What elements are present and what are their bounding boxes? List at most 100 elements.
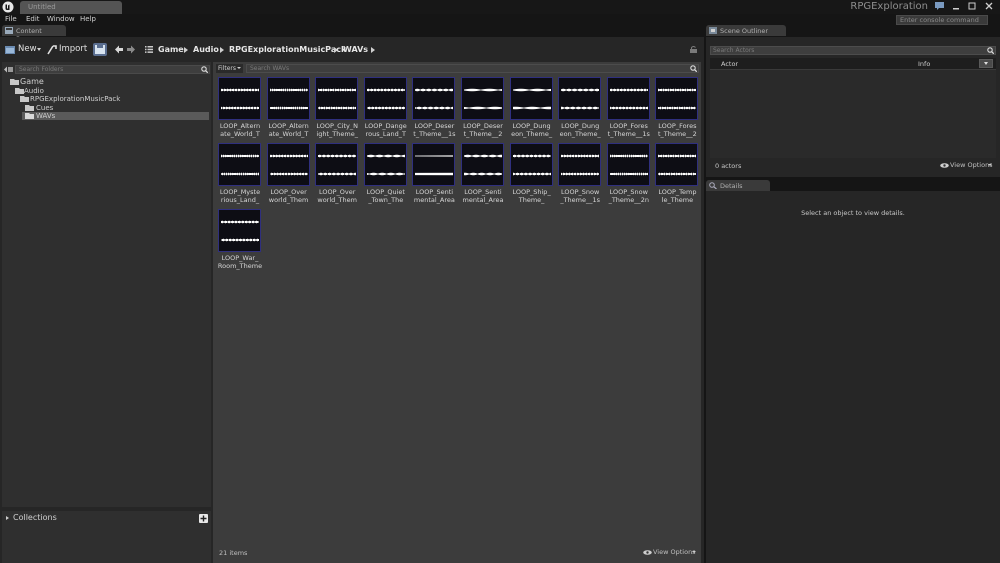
- content-browser-icon: [5, 27, 13, 34]
- waveform-icon: [366, 88, 405, 110]
- asset-tile[interactable]: LOOP_Deser t_Theme__1s: [412, 77, 456, 138]
- asset-tile[interactable]: LOOP_Snow _Theme__2n: [606, 143, 651, 204]
- filters-button[interactable]: Filters: [216, 64, 243, 73]
- view-options-dropdown-icon: [988, 164, 992, 166]
- waveform-thumbnail: [461, 77, 504, 120]
- tab-details[interactable]: Details: [706, 180, 770, 191]
- collections-expand-icon[interactable]: [6, 516, 9, 520]
- asset-search-input[interactable]: Search WAVs: [246, 64, 699, 73]
- sources-toggle-icon[interactable]: [4, 66, 13, 73]
- breadcrumb-musicpack[interactable]: RPGExplorationMusicPack: [229, 45, 346, 54]
- breadcrumb-separator-icon[interactable]: [184, 47, 188, 53]
- breadcrumb-audio[interactable]: Audio: [193, 45, 219, 54]
- asset-tile[interactable]: LOOP_Deser t_Theme__2: [461, 77, 505, 138]
- waveform-icon: [415, 88, 454, 110]
- collections-label[interactable]: Collections: [13, 513, 57, 522]
- lock-icon[interactable]: [690, 46, 698, 53]
- breadcrumb-wavs[interactable]: WAVs: [343, 45, 368, 54]
- waveform-thumbnail: [363, 77, 407, 120]
- waveform-thumbnail: [218, 77, 261, 120]
- asset-tile[interactable]: LOOP_Quiet _Town_The: [363, 143, 408, 204]
- waveform-thumbnail: [558, 143, 602, 186]
- breadcrumb-separator-icon[interactable]: [334, 47, 338, 53]
- scene-outliner-tab-label: Scene Outliner: [720, 27, 769, 35]
- asset-name: LOOP_Quiet _Town_The: [366, 188, 405, 204]
- asset-tile[interactable]: LOOP_Temp le_Theme: [655, 143, 699, 204]
- tree-node-cues[interactable]: Cues: [5, 104, 205, 112]
- tab-scene-outliner[interactable]: Scene Outliner: [706, 25, 786, 36]
- asset-tile[interactable]: LOOP_Over world_Them: [266, 143, 311, 204]
- asset-name: LOOP_Dung eon_Theme_: [511, 122, 553, 138]
- asset-tile[interactable]: LOOP_Fores t_Theme__2: [655, 77, 699, 138]
- close-icon[interactable]: [983, 1, 995, 11]
- tree-node-game[interactable]: Game: [5, 78, 205, 86]
- asset-name: LOOP_Altern ate_World_T: [219, 122, 261, 138]
- actor-search-input[interactable]: Search Actors: [710, 46, 996, 55]
- asset-name: LOOP_Dung eon_Theme_: [559, 122, 601, 138]
- asset-tile[interactable]: LOOP_Over world_Them: [315, 143, 359, 204]
- waveform-icon: [269, 88, 308, 110]
- asset-tile[interactable]: LOOP_Senti mental_Area: [461, 143, 505, 204]
- info-column-dropdown[interactable]: [979, 59, 993, 68]
- menu-window[interactable]: Window: [47, 15, 75, 23]
- forward-icon[interactable]: [126, 45, 136, 54]
- maximize-icon[interactable]: [966, 1, 978, 11]
- console-input[interactable]: Enter console command: [896, 15, 988, 25]
- asset-tile[interactable]: LOOP_Myste rious_Land_: [218, 143, 262, 204]
- tree-node-audio[interactable]: Audio: [5, 87, 205, 95]
- asset-name: LOOP_Deser t_Theme__1s: [413, 122, 456, 138]
- import-button[interactable]: Import: [47, 43, 87, 57]
- asset-tile[interactable]: LOOP_Senti mental_Area: [412, 143, 456, 204]
- document-tab[interactable]: Untitled: [20, 1, 122, 14]
- waveform-icon: [221, 88, 259, 110]
- waveform-icon: [366, 154, 405, 176]
- folder-open-icon: [10, 79, 19, 85]
- asset-tile[interactable]: LOOP_Snow _Theme__1s: [558, 143, 602, 204]
- new-dropdown-icon: [37, 48, 41, 51]
- asset-tile[interactable]: LOOP_Dange rous_Land_T: [363, 77, 408, 138]
- column-info[interactable]: Info: [918, 60, 930, 68]
- breadcrumb-game[interactable]: Game: [158, 45, 184, 54]
- details-empty-message: Select an object to view details.: [801, 209, 905, 217]
- asset-tile[interactable]: LOOP_Ship_ Theme_: [509, 143, 554, 204]
- search-icon: [987, 47, 994, 54]
- folder-tree-panel: [2, 62, 211, 507]
- asset-name: LOOP_Ship_ Theme_: [512, 188, 551, 204]
- asset-tile[interactable]: LOOP_War_ Room_Theme: [218, 209, 262, 270]
- view-options-dropdown-icon: [692, 551, 696, 553]
- minimize-icon[interactable]: [950, 1, 962, 11]
- outliner-view-options-button[interactable]: View Options: [940, 161, 996, 170]
- save-all-button[interactable]: [93, 43, 107, 56]
- menu-file[interactable]: File: [5, 15, 17, 23]
- folder-search-input[interactable]: Search Folders: [15, 65, 210, 74]
- menu-edit[interactable]: Edit: [26, 15, 40, 23]
- asset-tile[interactable]: LOOP_City_N ight_Theme_: [315, 77, 359, 138]
- waveform-thumbnail: [606, 77, 650, 120]
- new-button[interactable]: New: [5, 43, 45, 57]
- tree-node-musicpack[interactable]: RPGExplorationMusicPack: [5, 95, 205, 103]
- folder-open-icon: [20, 96, 29, 102]
- asset-tile[interactable]: LOOP_Dung eon_Theme_: [509, 77, 554, 138]
- path-list-icon[interactable]: [145, 46, 153, 53]
- add-collection-button[interactable]: [199, 514, 208, 523]
- eye-icon: [940, 163, 949, 168]
- back-icon[interactable]: [114, 45, 124, 54]
- tab-content-browser[interactable]: Content Browser: [2, 25, 66, 43]
- unreal-logo-icon[interactable]: [2, 1, 14, 13]
- tree-node-wavs[interactable]: WAVs: [22, 112, 209, 120]
- asset-tile[interactable]: LOOP_Altern ate_World_T: [266, 77, 311, 138]
- filters-dropdown-icon: [237, 67, 241, 69]
- column-actor[interactable]: Actor: [721, 60, 738, 68]
- view-options-button[interactable]: View Options: [643, 548, 699, 557]
- asset-tile[interactable]: LOOP_Fores t_Theme__1s: [606, 77, 651, 138]
- tree-node-label: RPGExplorationMusicPack: [30, 95, 121, 103]
- breadcrumb-separator-icon[interactable]: [371, 47, 375, 53]
- asset-name: LOOP_Deser t_Theme__2: [463, 122, 503, 138]
- breadcrumb-separator-icon[interactable]: [220, 47, 224, 53]
- chat-icon[interactable]: [935, 2, 944, 10]
- asset-tile[interactable]: LOOP_Altern ate_World_T: [218, 77, 262, 138]
- waveform-icon: [609, 154, 648, 176]
- asset-tile[interactable]: LOOP_Dung eon_Theme_: [558, 77, 602, 138]
- item-count: 21 items: [219, 549, 248, 557]
- menu-help[interactable]: Help: [80, 15, 96, 23]
